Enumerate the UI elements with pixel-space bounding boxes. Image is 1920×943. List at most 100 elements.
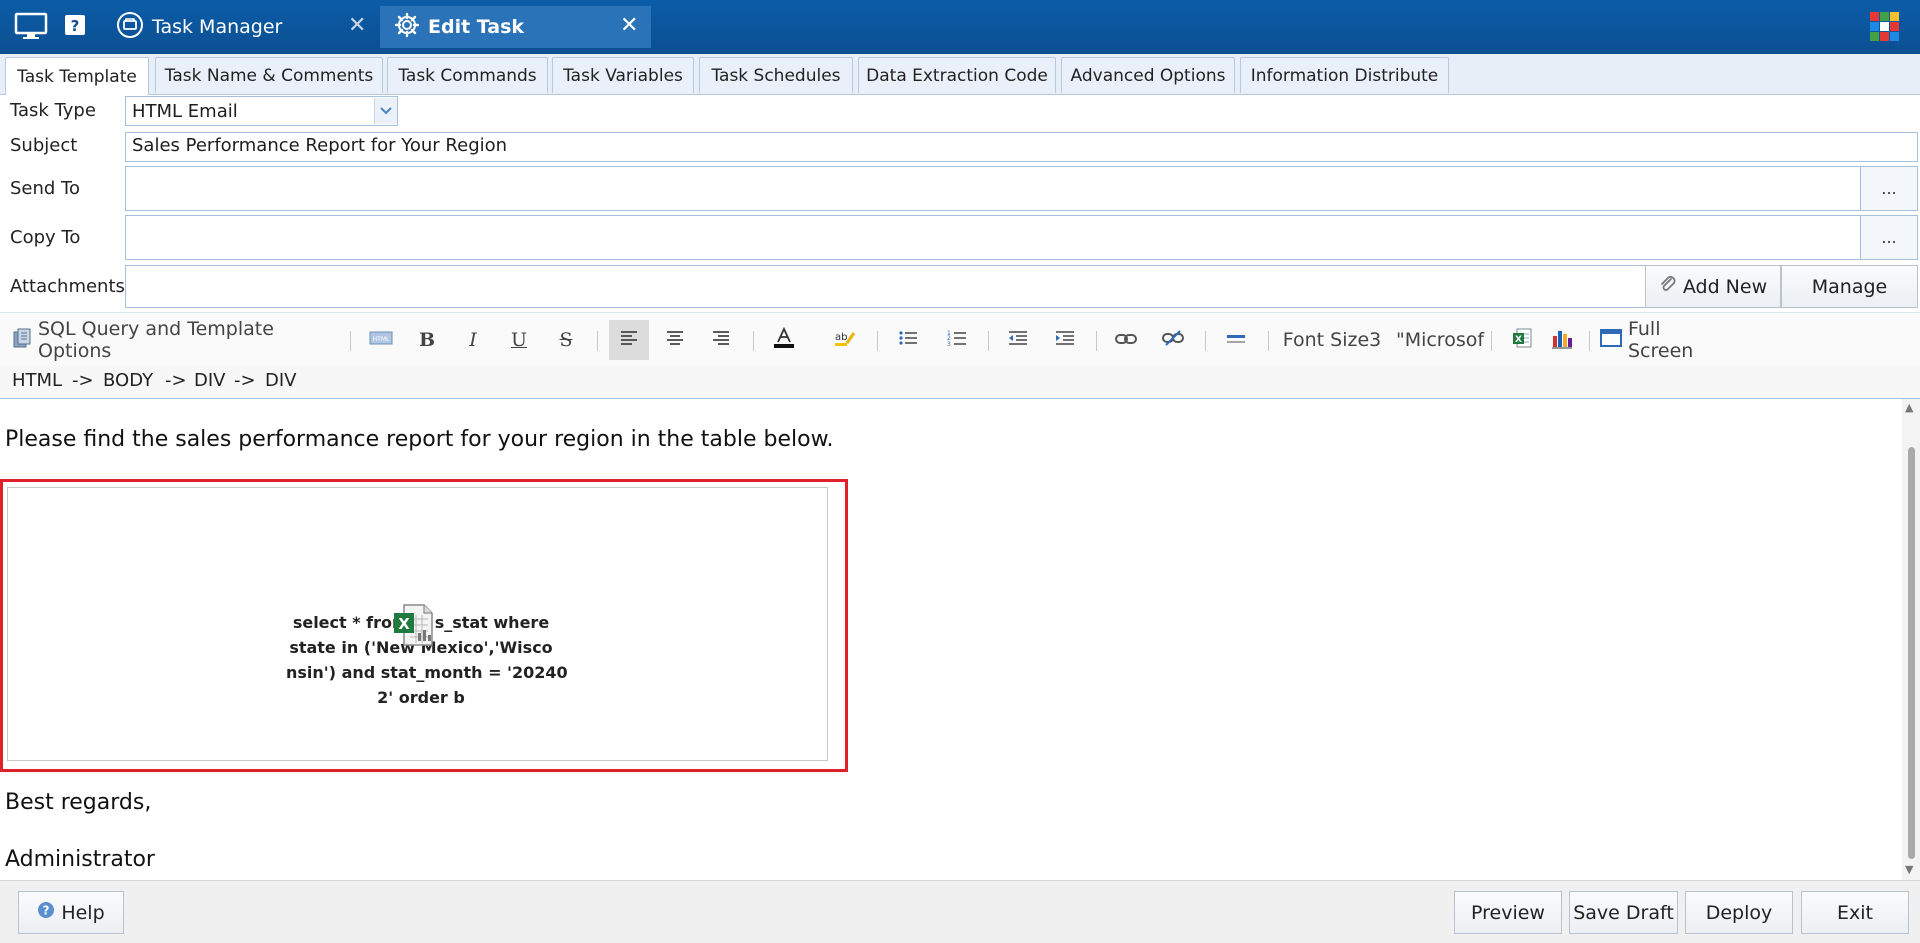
tab-task-manager[interactable]: Task Manager ✕ xyxy=(106,6,370,48)
editor-scrollbar[interactable]: ▲ ▼ xyxy=(1902,399,1920,880)
copy-to-input[interactable] xyxy=(125,215,1861,260)
insert-chart-button[interactable] xyxy=(1545,320,1579,360)
italic-icon: I xyxy=(469,329,477,351)
preview-button[interactable]: Preview xyxy=(1454,891,1562,934)
outdent-button[interactable] xyxy=(1000,320,1036,360)
toolbar-separator xyxy=(1589,331,1590,351)
full-screen-icon xyxy=(1600,328,1622,352)
font-name-label: "Microsof xyxy=(1395,329,1485,351)
close-icon[interactable]: ✕ xyxy=(620,13,638,38)
align-center-button[interactable] xyxy=(655,320,695,360)
tab-task-schedules[interactable]: Task Schedules xyxy=(699,57,853,93)
sql-options-icon xyxy=(12,327,32,354)
sql-line: s_stat where xyxy=(434,613,550,632)
toolbar-separator xyxy=(988,331,989,351)
path-item[interactable]: DIV xyxy=(265,370,296,391)
font-name-dropdown[interactable]: "Microsof xyxy=(1390,320,1490,360)
tab-task-manager-label: Task Manager xyxy=(152,16,283,38)
tab-task-name-comments[interactable]: Task Name & Comments xyxy=(155,57,383,93)
sql-line: 2' order b xyxy=(377,688,465,707)
bold-button[interactable]: B xyxy=(410,320,444,360)
subject-label: Subject xyxy=(10,135,78,156)
attachments-field[interactable] xyxy=(125,265,1647,308)
align-right-icon xyxy=(712,329,730,351)
align-left-button[interactable] xyxy=(609,320,649,360)
send-to-input[interactable] xyxy=(125,166,1861,211)
align-left-icon xyxy=(620,329,638,351)
html-source-icon: HTML xyxy=(369,329,393,351)
save-draft-button[interactable]: Save Draft xyxy=(1569,891,1678,934)
align-center-icon xyxy=(666,329,684,351)
send-to-browse-button[interactable]: ... xyxy=(1860,166,1918,211)
strikethrough-button[interactable]: S xyxy=(549,320,583,360)
tab-task-commands[interactable]: Task Commands xyxy=(387,57,548,93)
desktop-icon[interactable] xyxy=(14,12,48,45)
scroll-down-icon[interactable]: ▼ xyxy=(1905,863,1913,876)
sql-query-options-label: SQL Query and Template Options xyxy=(38,318,274,362)
font-size-dropdown[interactable]: Font Size3 xyxy=(1282,320,1382,360)
full-screen-button[interactable]: Full Screen xyxy=(1600,318,1730,362)
selected-sql-table-block[interactable]: select * from s_stat where state in ('New… xyxy=(0,479,848,772)
numbered-list-button[interactable]: 123 xyxy=(939,320,975,360)
sql-placeholder: select * from s_stat where state in ('New… xyxy=(7,487,828,761)
bar-chart-icon xyxy=(1551,327,1573,354)
bullet-list-button[interactable] xyxy=(890,320,926,360)
tab-advanced-options[interactable]: Advanced Options xyxy=(1061,57,1235,93)
close-icon[interactable]: ✕ xyxy=(348,13,366,38)
toolbar-separator xyxy=(1268,331,1269,351)
chevron-down-icon[interactable] xyxy=(374,98,397,124)
align-right-button[interactable] xyxy=(701,320,741,360)
editor-tab-strip: Task Template Task Name & Comments Task … xyxy=(0,54,1920,95)
strikethrough-icon: S xyxy=(559,329,573,351)
italic-button[interactable]: I xyxy=(456,320,490,360)
svg-text:X: X xyxy=(1515,335,1522,345)
exit-button[interactable]: Exit xyxy=(1801,891,1909,934)
footer-bar: ? Help Preview Save Draft Deploy Exit xyxy=(0,880,1920,943)
insert-link-button[interactable] xyxy=(1108,320,1144,360)
help-button[interactable]: ? Help xyxy=(18,891,124,934)
tab-edit-task[interactable]: Edit Task ✕ xyxy=(380,6,651,48)
subject-input[interactable]: Sales Performance Report for Your Region xyxy=(125,132,1918,162)
highlight-button[interactable]: ab xyxy=(827,320,863,360)
send-to-label: Send To xyxy=(10,178,81,199)
path-item[interactable]: HTML xyxy=(12,370,62,391)
regards-line: Best regards, xyxy=(5,790,152,815)
underline-button[interactable]: U xyxy=(502,320,536,360)
svg-text:ab: ab xyxy=(835,332,847,343)
font-color-button[interactable] xyxy=(766,320,802,360)
excel-icon: X xyxy=(1511,327,1533,354)
indent-button[interactable] xyxy=(1047,320,1083,360)
sql-query-options-button[interactable]: SQL Query and Template Options xyxy=(8,318,336,362)
path-item[interactable]: DIV xyxy=(194,370,225,391)
copy-to-browse-button[interactable]: ... xyxy=(1860,215,1918,260)
scroll-up-icon[interactable]: ▲ xyxy=(1905,401,1913,414)
insert-excel-button[interactable]: X xyxy=(1505,320,1539,360)
app-logo-icon xyxy=(1868,10,1902,49)
bullet-list-icon xyxy=(898,329,918,351)
manage-button[interactable]: Manage xyxy=(1781,265,1918,308)
title-bar: ? Task Manager ✕ Edit Task ✕ xyxy=(0,0,1920,54)
svg-text:?: ? xyxy=(43,904,50,918)
remove-link-button[interactable] xyxy=(1155,320,1191,360)
tab-task-variables[interactable]: Task Variables xyxy=(552,57,694,93)
highlight-icon: ab xyxy=(834,329,856,352)
toolbar-separator xyxy=(1205,331,1206,351)
html-source-button[interactable]: HTML xyxy=(366,320,396,360)
help-circle-icon: ? xyxy=(37,901,55,924)
svg-text:X: X xyxy=(398,615,410,633)
toolbar-separator xyxy=(1096,331,1097,351)
tab-task-template[interactable]: Task Template xyxy=(5,57,149,95)
toolbar-separator xyxy=(877,331,878,351)
tab-data-extraction-code[interactable]: Data Extraction Code xyxy=(858,57,1056,93)
paperclip-icon xyxy=(1659,275,1677,298)
scroll-thumb[interactable] xyxy=(1908,447,1915,859)
path-item[interactable]: BODY xyxy=(103,370,153,391)
tab-information-distribute[interactable]: Information Distribute xyxy=(1240,57,1449,93)
help-icon[interactable]: ? xyxy=(64,14,86,41)
add-new-button[interactable]: Add New xyxy=(1645,265,1781,308)
task-type-select[interactable]: HTML Email xyxy=(125,96,398,126)
deploy-button[interactable]: Deploy xyxy=(1685,891,1793,934)
horizontal-rule-button[interactable] xyxy=(1218,320,1254,360)
rich-text-editor[interactable]: Please find the sales performance report… xyxy=(0,399,1902,880)
full-screen-label: Full Screen xyxy=(1628,318,1694,362)
